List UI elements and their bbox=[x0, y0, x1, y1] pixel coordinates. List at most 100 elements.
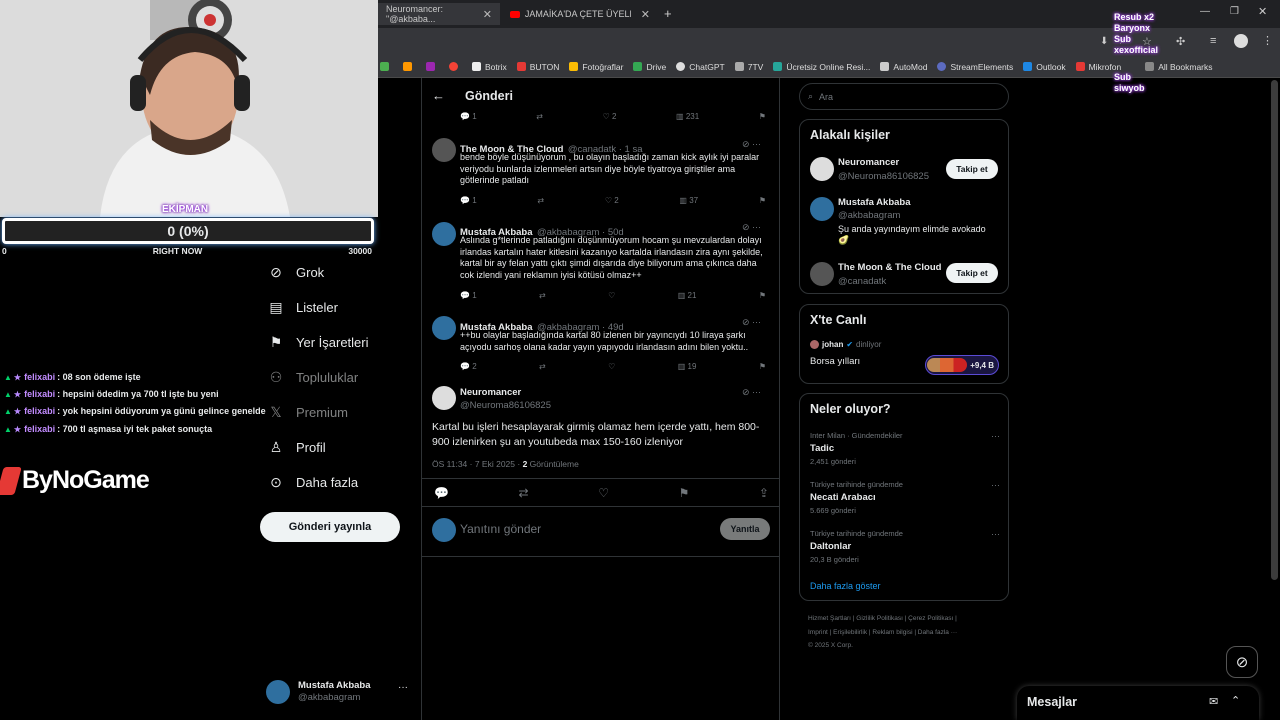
back-arrow-icon[interactable]: ← bbox=[432, 88, 445, 103]
maximize-icon[interactable]: ❐ bbox=[1230, 6, 1239, 17]
bookmark-photos[interactable]: Fotoğraflar bbox=[569, 62, 623, 72]
person-name: Mustafa Akbaba bbox=[838, 197, 911, 208]
messages-drawer[interactable]: Mesajlar ✉ ⌃ bbox=[1017, 686, 1259, 720]
account-switcher[interactable]: Mustafa Akbaba @akbabagram ··· bbox=[266, 680, 408, 706]
nav-label: Yer İşaretleri bbox=[296, 334, 369, 350]
bookmark-drive[interactable]: Drive bbox=[633, 62, 666, 72]
avatar bbox=[810, 262, 834, 286]
bookmark-buton[interactable]: BUTON bbox=[516, 62, 559, 72]
reply-button[interactable]: Yanıtla bbox=[720, 518, 770, 540]
nav-profile[interactable]: ♙ Profil bbox=[268, 437, 326, 457]
bookmark-icon-1[interactable] bbox=[380, 62, 393, 71]
menu-icon[interactable]: ⋮ bbox=[1262, 34, 1273, 47]
bookmark-icon-2[interactable] bbox=[403, 62, 416, 71]
trend-name: Daltonlar bbox=[810, 541, 852, 552]
bookmark-icon[interactable]: ⚑ bbox=[759, 362, 766, 371]
extensions-icon[interactable]: ✣ bbox=[1176, 35, 1185, 48]
bookmark-icon[interactable]: ⚑ bbox=[679, 486, 690, 500]
share-icon[interactable]: ⇪ bbox=[759, 486, 769, 500]
nav-premium[interactable]: 𝕏 Premium bbox=[268, 402, 348, 422]
repost-icon[interactable]: ⇄ bbox=[539, 362, 546, 371]
minimize-icon[interactable]: — bbox=[1200, 6, 1210, 17]
live-status: dinliyor bbox=[856, 340, 882, 349]
like-button[interactable]: ♡ bbox=[608, 291, 615, 300]
bookmark-outlook[interactable]: Outlook bbox=[1023, 62, 1066, 72]
footer-links-row1[interactable]: Hizmet Şartları | Gizlilik Politikası | … bbox=[808, 615, 957, 622]
bookmark-resi[interactable]: Ücretsiz Online Resi... bbox=[773, 62, 870, 72]
trend-item[interactable]: Türkiye tarihinde gündemde Necati Arabac… bbox=[810, 480, 1000, 515]
nav-lists[interactable]: ▤ Listeler bbox=[268, 297, 338, 317]
bookmark-7tv[interactable]: 7TV bbox=[734, 62, 763, 72]
grok-icon[interactable]: ⊘ ··· bbox=[742, 387, 761, 398]
bookmark-chatgpt[interactable]: ChatGPT bbox=[676, 62, 725, 72]
footer-links-row2[interactable]: Imprint | Erişilebilirlik | Reklam bilgi… bbox=[808, 629, 957, 636]
search-input[interactable]: ⌕ Ara bbox=[799, 83, 1009, 110]
more-icon[interactable]: ··· bbox=[991, 529, 1000, 539]
bookmark-streamelements[interactable]: StreamElements bbox=[937, 62, 1013, 72]
like-button[interactable]: ♡ bbox=[608, 362, 615, 371]
trend-name: Tadic bbox=[810, 443, 835, 454]
badge-icon: ▲ bbox=[4, 424, 12, 434]
reply-icon[interactable]: 💬 bbox=[434, 486, 449, 500]
nav-bookmarks[interactable]: ⚑ Yer İşaretleri bbox=[268, 332, 369, 352]
nav-communities[interactable]: ⚇ Topluluklar bbox=[268, 367, 358, 387]
bookmark-automod[interactable]: AutoMod bbox=[880, 62, 927, 72]
expand-icon[interactable]: ⌃ bbox=[1231, 694, 1240, 707]
like-icon[interactable]: ♡ bbox=[598, 486, 609, 500]
new-message-icon[interactable]: ✉ bbox=[1209, 695, 1218, 708]
repost-icon[interactable]: ⇄ bbox=[537, 196, 544, 205]
reading-list-icon[interactable]: ≡ bbox=[1210, 35, 1216, 47]
grok-icon[interactable]: ⊘ ··· bbox=[742, 317, 761, 328]
nav-label: Premium bbox=[296, 404, 349, 420]
repost-icon[interactable]: ⇄ bbox=[536, 112, 543, 121]
bookmark-botrix[interactable]: Botrix bbox=[472, 62, 507, 72]
follow-button[interactable]: Takip et bbox=[946, 159, 998, 179]
profile-avatar[interactable] bbox=[1234, 34, 1248, 48]
post-meta: ÖS 11:34 · 7 Eki 2025 · 2 Görüntüleme bbox=[432, 459, 579, 469]
views-button[interactable]: ▥ 19 bbox=[678, 362, 697, 371]
views-button[interactable]: ▥ 21 bbox=[678, 291, 697, 300]
grok-icon[interactable]: ⊘ ··· bbox=[742, 139, 761, 150]
like-button[interactable]: ♡ 2 bbox=[605, 196, 619, 205]
live-topic[interactable]: Borsa yılları bbox=[810, 356, 860, 367]
install-icon[interactable]: ⬇ bbox=[1100, 36, 1108, 47]
views-button[interactable]: ▥ 37 bbox=[679, 196, 698, 205]
new-tab-icon[interactable]: + bbox=[664, 6, 672, 21]
post-button[interactable]: Gönderi yayınla bbox=[260, 512, 400, 542]
nav-more[interactable]: ⊙ Daha fazla bbox=[268, 472, 358, 492]
tab-youtube[interactable]: JAMAİKA'DA ÇETE ÜYELERİYLE... ✕ bbox=[502, 3, 658, 25]
reply-button[interactable]: 💬 1 bbox=[460, 196, 477, 205]
reply-button[interactable]: 💬 2 bbox=[460, 362, 477, 371]
scrollbar[interactable] bbox=[1271, 80, 1278, 580]
grok-icon[interactable]: ⊘ ··· bbox=[742, 222, 761, 233]
grok-floating-button[interactable]: ⊘ bbox=[1226, 646, 1258, 678]
repost-icon[interactable]: ⇄ bbox=[539, 291, 546, 300]
close-window-icon[interactable]: ✕ bbox=[1258, 5, 1267, 18]
views-button[interactable]: ▥ 231 bbox=[676, 112, 699, 121]
repost-icon[interactable]: ⇄ bbox=[519, 486, 529, 500]
avatar bbox=[432, 518, 456, 542]
live-listeners[interactable]: +9,4 B bbox=[925, 355, 999, 375]
bookmark-icon-3[interactable] bbox=[426, 62, 439, 71]
more-icon[interactable]: ··· bbox=[991, 480, 1000, 490]
post-views-label: Görüntüleme bbox=[529, 459, 579, 469]
nav-grok[interactable]: ⊘ Grok bbox=[268, 262, 324, 282]
show-more-link[interactable]: Daha fazla göster bbox=[810, 581, 881, 591]
reply-input[interactable]: Yanıtını gönder bbox=[460, 522, 541, 536]
bookmark-icon-4[interactable] bbox=[449, 62, 462, 71]
divider bbox=[422, 506, 779, 507]
live-host[interactable]: johan ✔ dinliyor bbox=[810, 340, 881, 349]
trend-item[interactable]: Inter Milan · Gündemdekiler Tadic 2,451 … bbox=[810, 431, 1000, 466]
reply-button[interactable]: 💬 1 bbox=[460, 291, 477, 300]
close-icon[interactable]: ✕ bbox=[641, 8, 650, 21]
bookmark-icon[interactable]: ⚑ bbox=[759, 196, 766, 205]
trend-item[interactable]: Türkiye tarihinde gündemde Daltonlar 20,… bbox=[810, 529, 1000, 564]
like-button[interactable]: ♡ 2 bbox=[603, 112, 617, 121]
bookmark-icon[interactable]: ⚑ bbox=[759, 112, 766, 121]
close-icon[interactable]: ✕ bbox=[483, 8, 492, 21]
tab-active[interactable]: Neuromancer: "@akbaba... ✕ bbox=[378, 3, 500, 25]
bookmark-icon[interactable]: ⚑ bbox=[759, 291, 766, 300]
follow-button[interactable]: Takip et bbox=[946, 263, 998, 283]
reply-button[interactable]: 💬 1 bbox=[460, 112, 477, 121]
more-icon[interactable]: ··· bbox=[991, 431, 1000, 441]
